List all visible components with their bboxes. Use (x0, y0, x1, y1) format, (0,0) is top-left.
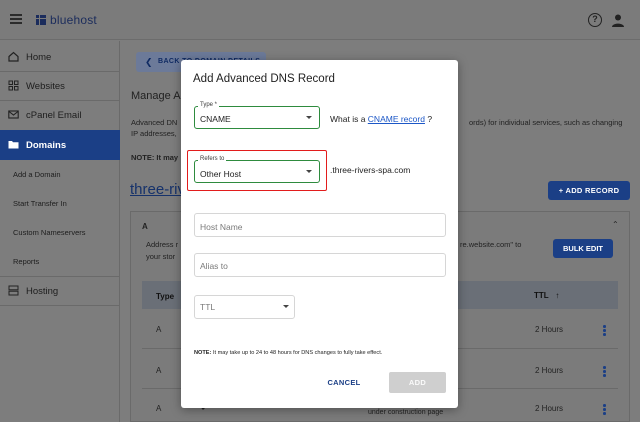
chevron-down-icon[interactable] (306, 170, 312, 173)
page-description-right: ords) for individual services, such as c… (469, 118, 623, 127)
alias-to-placeholder: Alias to (200, 261, 228, 271)
sidebar-subitem-start-transfer[interactable]: Start Transfer In (13, 199, 67, 208)
page-description: Advanced DN (131, 118, 178, 127)
refers-to-value: Other Host (200, 169, 242, 179)
email-icon (8, 110, 19, 119)
host-name-placeholder: Host Name (200, 222, 243, 232)
brand-logo[interactable]: bluehost (36, 13, 97, 27)
chevron-up-icon[interactable]: ⌃ (612, 220, 619, 229)
section-description: Address r (146, 240, 179, 249)
page-description-line2: IP addresses, (131, 129, 177, 138)
domain-suffix: .three-rivers-spa.com (330, 165, 411, 175)
sidebar-item-label: Domains (26, 139, 67, 151)
section-description-right: re.website.com" to (460, 240, 522, 249)
dns-propagation-note: NOTE: It may take up to 24 to 48 hours f… (194, 350, 383, 356)
dialog-title: Add Advanced DNS Record (193, 73, 335, 85)
help-icon[interactable]: ? (588, 13, 602, 27)
column-header-type[interactable]: Type (156, 292, 174, 301)
column-header-ttl[interactable]: TTL ↑ (534, 291, 559, 300)
record-ttl: 2 Hours (535, 404, 564, 413)
websites-grid-icon (8, 80, 19, 91)
server-icon (8, 285, 19, 296)
cname-help-text: What is a CNAME record ? (330, 114, 433, 124)
page-title: Manage Ac (131, 90, 187, 102)
record-ttl: 2 Hours (535, 366, 564, 375)
section-description-line2: your stor (146, 252, 176, 261)
sidebar-item-label: Websites (26, 80, 65, 92)
sidebar-item-domains[interactable]: Domains (0, 130, 120, 160)
ttl-placeholder: TTL (200, 302, 216, 312)
type-label: Type * (198, 102, 220, 108)
record-type: A (156, 366, 162, 375)
menu-icon[interactable] (10, 14, 22, 24)
record-section-title: A (142, 222, 148, 231)
sidebar-divider (0, 305, 120, 306)
sort-arrow-icon[interactable]: ↑ (555, 291, 559, 300)
sidebar-item-label: Hosting (26, 285, 59, 297)
sidebar-subitem-reports[interactable]: Reports (13, 257, 39, 266)
record-type: A (156, 404, 162, 413)
page-note: NOTE: It may (131, 153, 179, 162)
sidebar-item-hosting[interactable]: Hosting (0, 277, 120, 305)
alias-to-input[interactable] (194, 253, 446, 277)
sidebar-item-label: Home (26, 51, 52, 63)
record-type: A (156, 325, 162, 334)
cname-record-link[interactable]: CNAME record (368, 114, 425, 124)
sidebar-item-label: cPanel Email (26, 109, 82, 121)
add-button[interactable]: ADD (389, 372, 446, 393)
add-record-button[interactable]: + ADD RECORD (548, 181, 630, 200)
sidebar-item-websites[interactable]: Websites (0, 72, 120, 100)
more-options-icon[interactable] (603, 325, 606, 337)
record-description: under construction page (368, 409, 444, 416)
sidebar-subitem-custom-nameservers[interactable]: Custom Nameservers (13, 228, 86, 237)
chevron-down-icon[interactable] (306, 116, 312, 119)
chevron-down-icon[interactable] (283, 305, 289, 308)
bluehost-grid-icon (36, 15, 46, 25)
bulk-edit-button[interactable]: BULK EDIT (553, 239, 613, 258)
brand-name: bluehost (50, 13, 97, 27)
sidebar-item-cpanel-email[interactable]: cPanel Email (0, 101, 120, 129)
home-icon (8, 51, 19, 62)
more-options-icon[interactable] (603, 404, 606, 416)
refers-to-label: Refers to (198, 156, 227, 162)
sidebar-item-home[interactable]: Home (0, 43, 120, 71)
more-options-icon[interactable] (603, 366, 606, 378)
type-value: CNAME (200, 114, 231, 124)
folder-icon (8, 141, 19, 149)
cancel-button[interactable]: CANCEL (322, 374, 366, 392)
user-account-icon[interactable] (611, 13, 625, 27)
record-ttl: 2 Hours (535, 325, 564, 334)
chevron-left-icon: ❮ (145, 57, 153, 67)
sidebar-subitem-add-domain[interactable]: Add a Domain (13, 170, 61, 179)
